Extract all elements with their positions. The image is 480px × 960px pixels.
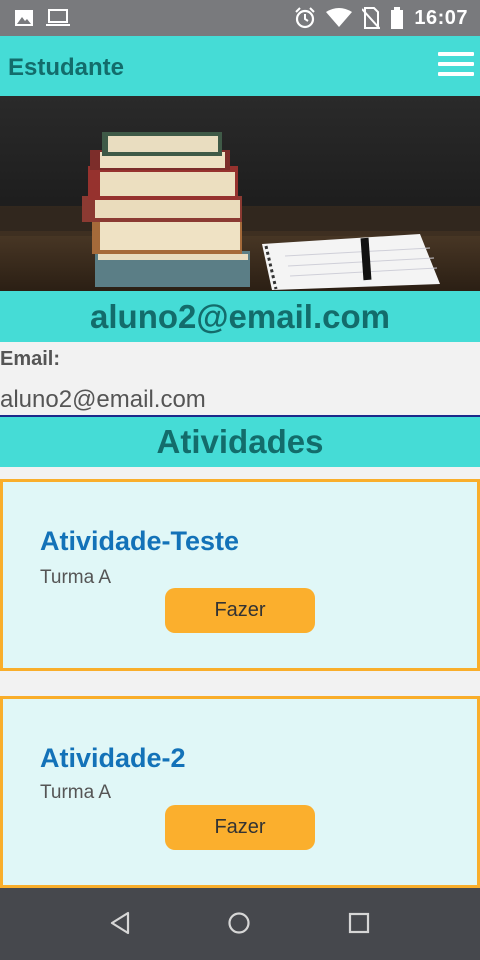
profile-email-heading-text: aluno2@email.com: [90, 298, 390, 335]
activity-class: Turma A: [40, 782, 112, 803]
no-sim-icon: [362, 7, 381, 29]
profile-email-heading: aluno2@email.com: [0, 291, 480, 342]
activity-card: Atividade-Teste Turma A Fazer: [0, 479, 480, 671]
activities-heading-text: Atividades: [156, 423, 324, 460]
alarm-icon: [295, 7, 316, 29]
fazer-button[interactable]: Fazer: [165, 805, 315, 850]
activity-title: Atividade-Teste: [40, 526, 240, 556]
status-time: 16:07: [414, 6, 468, 29]
email-value: aluno2@email.com: [0, 386, 206, 413]
activities-heading: Atividades: [0, 417, 480, 467]
status-bar: 16:07: [0, 0, 480, 36]
image-icon: [15, 10, 33, 26]
battery-icon: [391, 7, 404, 29]
wifi-icon: [326, 8, 353, 27]
activity-class: Turma A: [40, 567, 112, 588]
recents-icon[interactable]: [348, 911, 370, 935]
activity-card: Atividade-2 Turma A Fazer: [0, 696, 480, 888]
fazer-button[interactable]: Fazer: [165, 588, 315, 633]
email-label: Email:: [0, 348, 61, 370]
hamburger-menu-icon[interactable]: [438, 52, 474, 80]
back-icon[interactable]: [109, 911, 131, 935]
app-bar: Estudante: [0, 36, 480, 96]
activity-title: Atividade-2: [40, 743, 186, 773]
navigation-bar: [0, 888, 480, 960]
app-title: Estudante: [8, 54, 125, 81]
books-photo: [0, 96, 480, 291]
home-icon[interactable]: [227, 911, 251, 935]
laptop-icon: [46, 9, 70, 26]
